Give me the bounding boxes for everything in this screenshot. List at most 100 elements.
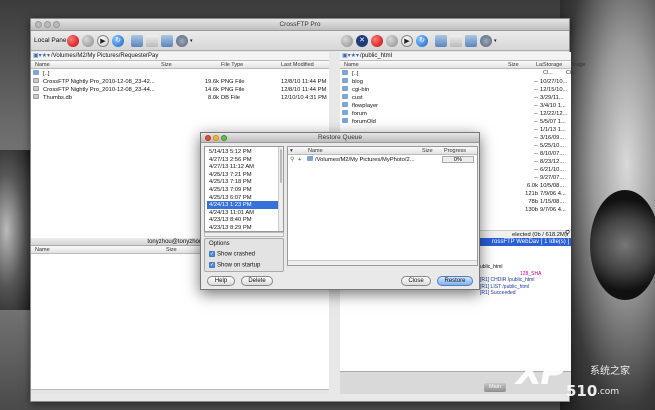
edit-icon[interactable] [146, 35, 158, 47]
show-crashed-label: Show crashed [217, 251, 256, 258]
bottom-col-size[interactable]: Size [166, 246, 177, 254]
queue-row[interactable]: ⚲ + /Volumes/M2/My Pictures/MyPhoto/2...… [288, 156, 477, 164]
check-icon: ✓ [209, 251, 215, 257]
remote-gear-icon[interactable] [480, 35, 492, 47]
dialog-minimize-button[interactable] [213, 135, 219, 141]
folder-icon[interactable] [161, 35, 173, 47]
table-row[interactable]: CrossFTP Nightly Pro_2010-12-08_23-44...… [31, 86, 329, 94]
folder-nav-icon[interactable]: ▣▾★▾ [33, 52, 50, 61]
gear-icon[interactable] [176, 35, 188, 47]
refresh-icon[interactable]: ↻ [112, 35, 124, 47]
main-tab[interactable]: Main [484, 383, 506, 392]
table-row[interactable]: [..] [340, 70, 571, 78]
background-car-wheel [590, 190, 655, 300]
remote-image-view-icon[interactable] [435, 35, 447, 47]
stop-icon[interactable] [67, 35, 79, 47]
table-row[interactable]: cust -- 3/29/11... [340, 94, 571, 102]
table-row[interactable]: forumOld -- 5/5/07 1... [340, 118, 571, 126]
remote-col-storage-class[interactable]: Storage Cl... [543, 61, 571, 77]
delete-button[interactable]: Delete [241, 276, 273, 286]
remote-col-name[interactable]: Name [344, 61, 359, 69]
connect-icon[interactable] [341, 35, 353, 47]
table-row[interactable]: flowplayer -- 3/4/10 1... [340, 102, 571, 110]
local-pane-label: Local Pane [34, 37, 67, 44]
remote-file-name: forumOld [352, 119, 376, 125]
col-name[interactable]: Name [35, 61, 50, 69]
file-modified: 12/10/10 4:31 PM [281, 95, 327, 101]
queue-col-size[interactable]: Size [422, 147, 433, 155]
date-list-hscrollbar[interactable] [204, 232, 284, 237]
queue-hscrollbar[interactable] [288, 260, 477, 265]
file-type: DB File [221, 95, 241, 101]
toolbar: Local Pane ▶ ↻ ▾ ✕ ▶ ↻ ▾ [31, 31, 569, 51]
dialog-close-button[interactable] [205, 135, 211, 141]
disconnect-icon[interactable]: ✕ [356, 35, 368, 47]
date-list-scrollbar[interactable] [278, 147, 283, 231]
restore-button[interactable]: Restore [437, 276, 473, 286]
queue-col-name[interactable]: Name [308, 147, 323, 155]
remote-file-modified: 8/23/12... [540, 159, 565, 165]
remote-file-modified: 5/25/10... [540, 143, 565, 149]
remote-column-header: Name Size Last Modif... Storage Cl... [340, 61, 585, 76]
gear-dropdown-icon[interactable]: ▾ [190, 38, 193, 44]
remote-file-modified: 7/9/06 4... [540, 191, 566, 197]
remote-file-size: -- [534, 151, 538, 157]
local-path-bar[interactable]: ▣▾★▾ /Volumes/M2/My Pictures/RequesterPa… [31, 52, 329, 61]
remote-file-name: cust [352, 95, 363, 101]
show-on-startup-checkbox[interactable]: ✓ Show on startup [209, 262, 260, 269]
col-size[interactable]: Size [161, 61, 172, 69]
local-column-header: Name Size File Type Last Modified [31, 61, 329, 69]
table-row[interactable]: [..] [31, 70, 329, 78]
window-titlebar: CrossFTP Pro [31, 19, 569, 31]
remote-folder-nav-icon[interactable]: ▣▾★▾ [342, 52, 359, 61]
upload-plus-icon: + [298, 157, 302, 163]
remote-folder-icon[interactable] [465, 35, 477, 47]
col-last-modified[interactable]: Last Modified [281, 61, 314, 69]
table-row[interactable]: cgi-bin -- 12/15/10... [340, 86, 571, 94]
remote-file-size: -- [534, 167, 538, 173]
queue-date-item[interactable]: 4/23/13 8:29 PM [207, 224, 279, 231]
watermark-cn: 系统之家 [590, 366, 630, 377]
remote-play-icon[interactable]: ▶ [401, 35, 413, 47]
local-horizontal-scrollbar[interactable] [31, 389, 329, 394]
remote-file-name: flowplayer [352, 103, 379, 109]
sort-icon[interactable]: ▾ [290, 147, 293, 155]
remote-edit-icon[interactable] [450, 35, 462, 47]
remote-refresh-icon[interactable]: ↻ [416, 35, 428, 47]
dialog-zoom-button[interactable] [221, 135, 227, 141]
col-file-type[interactable]: File Type [221, 61, 243, 69]
close-button[interactable]: Close [401, 276, 431, 286]
image-view-icon[interactable] [131, 35, 143, 47]
close-window-button[interactable] [35, 21, 42, 28]
session-status-text: rossFTP WebDav [ 1 Idle(s) ] [492, 239, 570, 245]
help-button[interactable]: Help [207, 276, 235, 286]
pause-icon[interactable] [82, 35, 94, 47]
remote-path-bar[interactable]: ▣▾★▾ /public_html [340, 52, 571, 61]
remote-file-modified: 10/5/08... [540, 183, 565, 189]
table-row[interactable]: CrossFTP Nightly Pro_2010-12-08_23-42...… [31, 78, 329, 86]
remote-file-size: -- [534, 143, 538, 149]
search-icon[interactable]: ⚲ [565, 229, 570, 237]
zoom-window-button[interactable] [53, 21, 60, 28]
remote-file-size: -- [534, 79, 538, 85]
remote-file-size: -- [534, 103, 538, 109]
file-size: 14.6k [204, 87, 219, 93]
remote-file-modified: 8/10/07... [540, 151, 565, 157]
table-row[interactable]: blog -- 10/27/10... [340, 78, 571, 86]
bottom-col-name[interactable]: Name [35, 246, 50, 254]
queue-table: ▾ Name Size Progress ⚲ + /Volumes/M2/My … [287, 146, 478, 266]
remote-pause-icon[interactable] [386, 35, 398, 47]
table-row[interactable]: Thumbs.db 8.0k DB File 12/10/10 4:31 PM [31, 94, 329, 102]
remote-gear-dropdown-icon[interactable]: ▾ [494, 38, 497, 44]
file-name: Thumbs.db [43, 95, 72, 101]
play-icon[interactable]: ▶ [97, 35, 109, 47]
queue-item-name: /Volumes/M2/My Pictures/MyPhoto/2... [315, 157, 415, 163]
show-crashed-checkbox[interactable]: ✓ Show crashed [209, 251, 255, 258]
remote-file-modified: 6/21/10... [540, 167, 565, 173]
remote-stop-icon[interactable] [371, 35, 383, 47]
table-row[interactable]: forum -- 12/22/12... [340, 110, 571, 118]
queue-col-progress[interactable]: Progress [444, 147, 466, 155]
minimize-window-button[interactable] [44, 21, 51, 28]
remote-col-size[interactable]: Size [508, 61, 519, 69]
queue-date-list[interactable]: 5/14/13 5:12 PM 4/27/13 2:56 PM 4/27/13 11… [204, 146, 284, 232]
